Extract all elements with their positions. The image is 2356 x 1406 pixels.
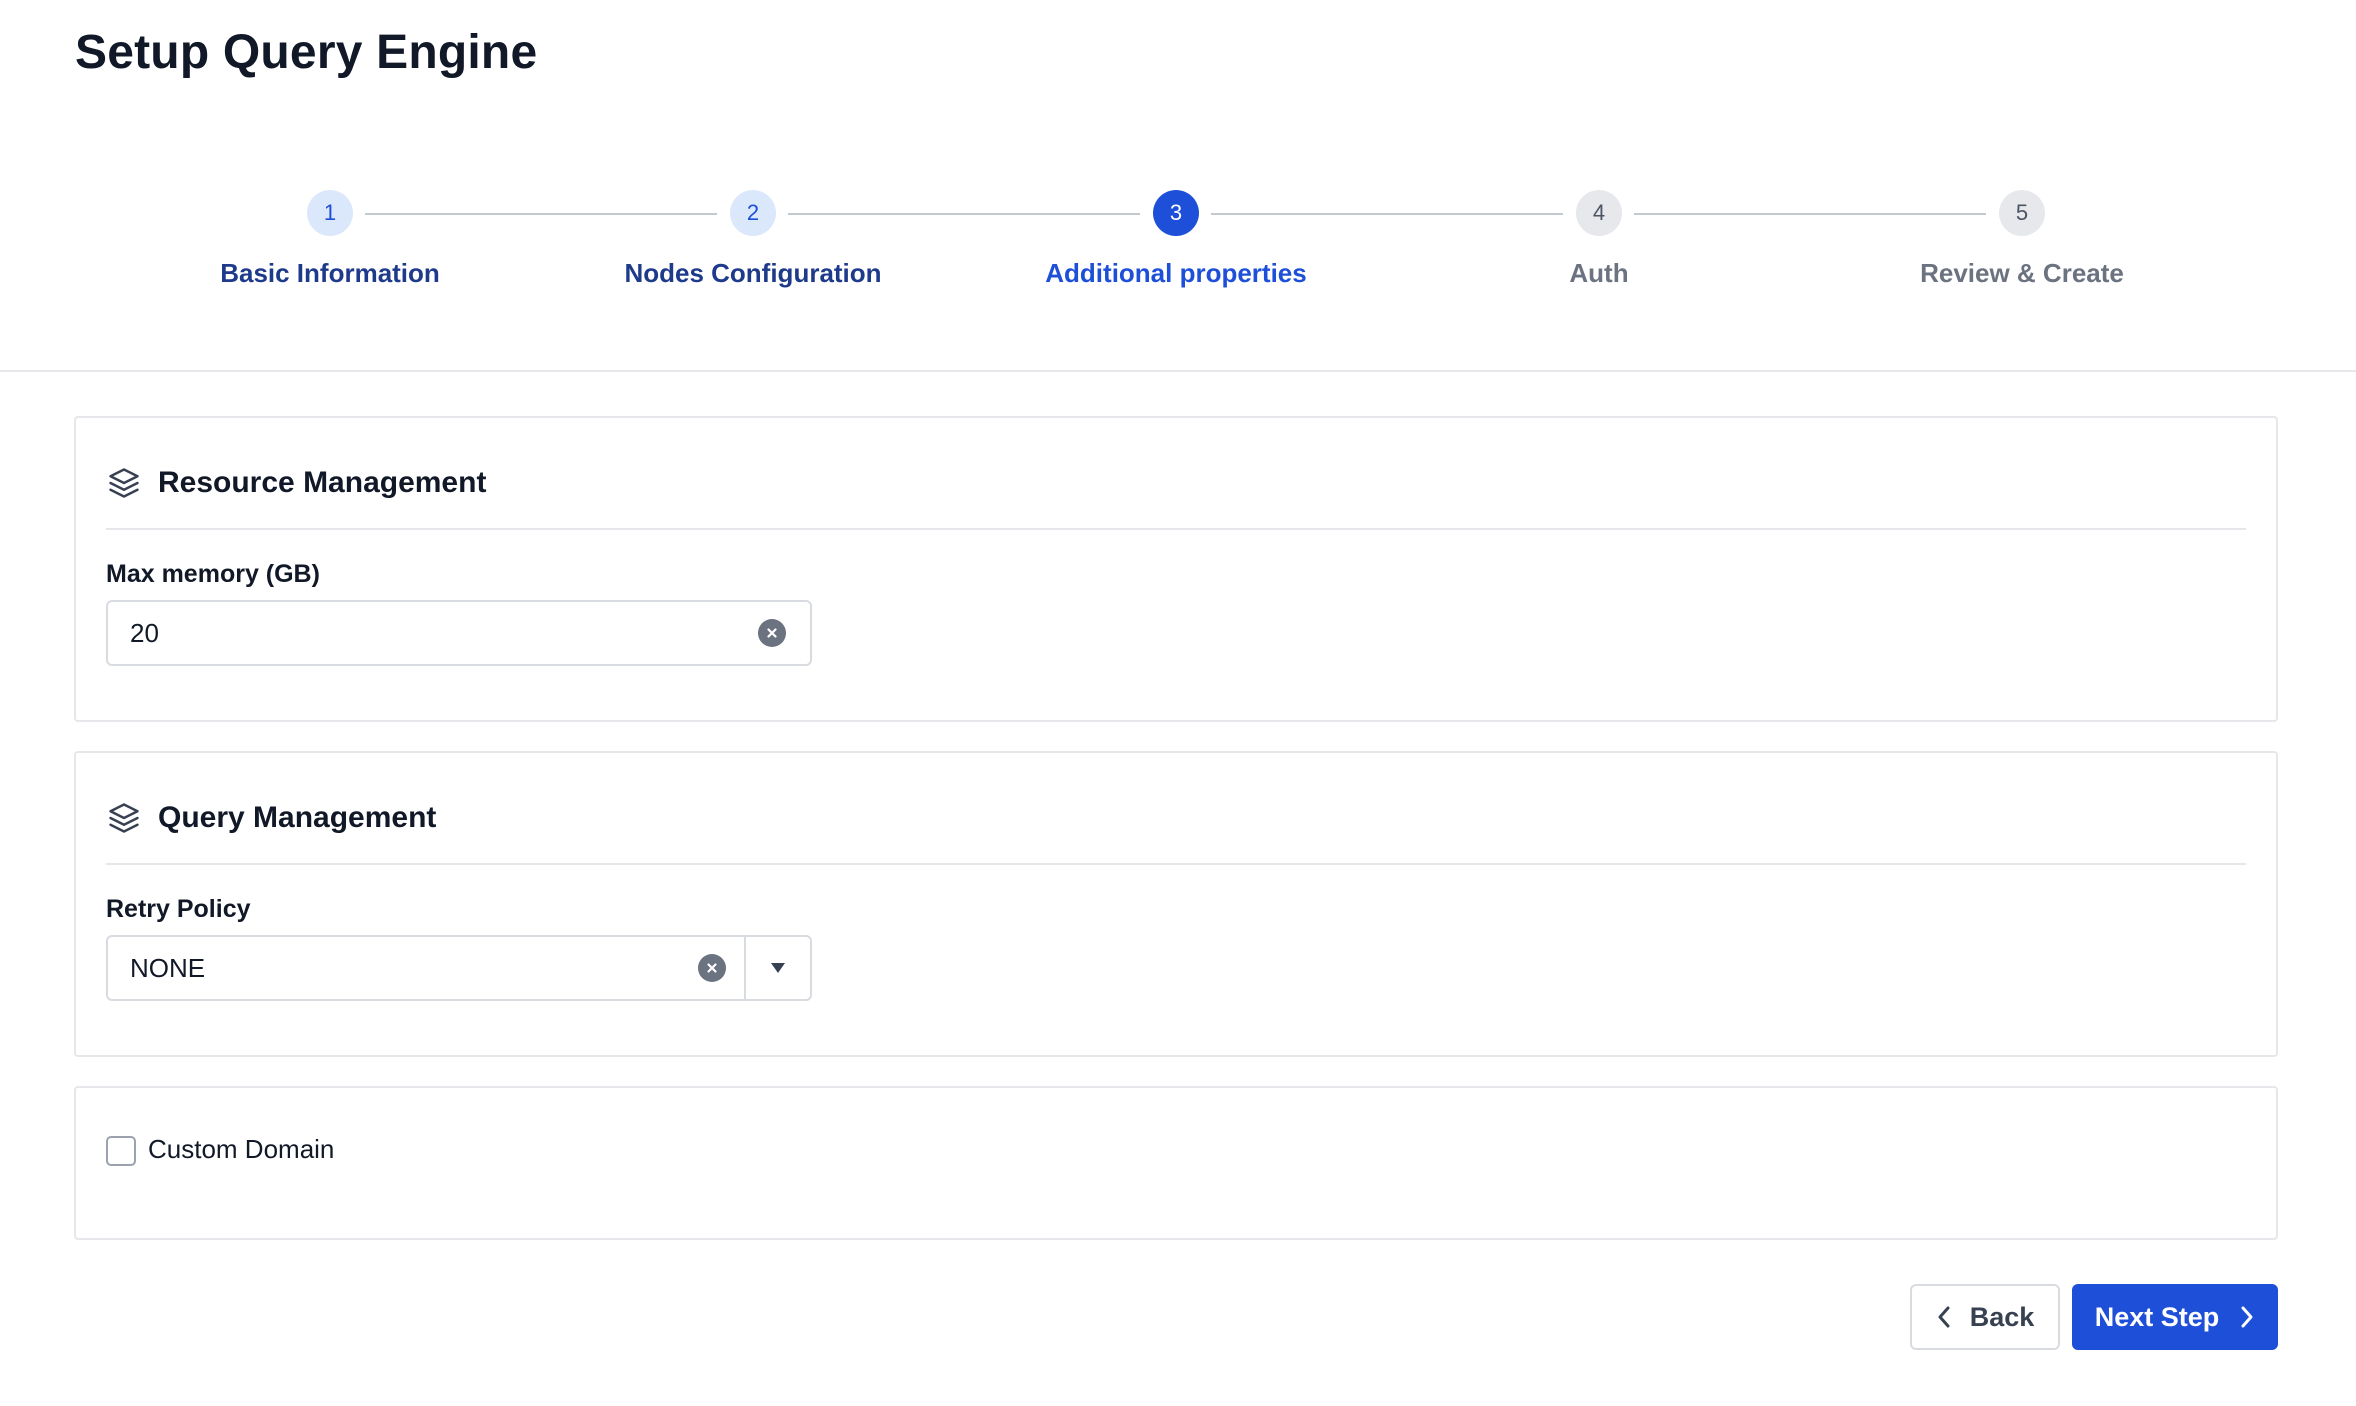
next-step-button-label: Next Step <box>2094 1301 2220 1332</box>
back-button-label: Back <box>1969 1301 2035 1332</box>
step-review-create[interactable]: 5 Review & Create <box>1822 190 2222 288</box>
header-divider <box>0 370 2356 372</box>
layers-icon <box>109 468 139 498</box>
step-auth[interactable]: 4 Auth <box>1399 190 1799 288</box>
custom-domain-card: Custom Domain <box>74 1086 2278 1240</box>
step-number: 1 <box>307 190 353 236</box>
step-label: Review & Create <box>1920 258 2124 288</box>
stepper: 1 Basic Information 2 Nodes Configuratio… <box>0 190 2356 310</box>
chevron-left-icon <box>1938 1306 1950 1328</box>
step-number: 3 <box>1153 190 1199 236</box>
step-number: 4 <box>1576 190 1622 236</box>
custom-domain-label[interactable]: Custom Domain <box>148 1134 334 1165</box>
card-title: Resource Management <box>158 466 487 499</box>
step-label: Basic Information <box>220 258 440 288</box>
max-memory-label: Max memory (GB) <box>106 560 320 588</box>
retry-policy-label: Retry Policy <box>106 895 251 923</box>
step-number: 2 <box>730 190 776 236</box>
custom-domain-checkbox[interactable] <box>106 1136 136 1166</box>
card-title: Query Management <box>158 801 437 834</box>
card-header: Query Management <box>106 753 2246 865</box>
clear-icon[interactable] <box>758 619 786 647</box>
step-label: Auth <box>1569 258 1629 288</box>
step-number: 5 <box>1999 190 2045 236</box>
step-label: Additional properties <box>1045 258 1307 288</box>
caret-down-icon <box>771 963 785 973</box>
back-button[interactable]: Back <box>1910 1284 2060 1350</box>
step-label: Nodes Configuration <box>624 258 882 288</box>
query-management-card: Query Management Retry Policy NONE <box>74 751 2278 1057</box>
max-memory-field <box>106 600 812 666</box>
page-title: Setup Query Engine <box>75 26 538 79</box>
step-additional-properties[interactable]: 3 Additional properties <box>976 190 1376 288</box>
resource-management-card: Resource Management Max memory (GB) <box>74 416 2278 722</box>
retry-policy-value: NONE <box>130 952 206 983</box>
card-header: Resource Management <box>106 418 2246 530</box>
step-nodes-configuration[interactable]: 2 Nodes Configuration <box>553 190 953 288</box>
chevron-right-icon <box>2241 1306 2253 1328</box>
dropdown-toggle[interactable] <box>744 937 810 999</box>
setup-query-engine-page: Setup Query Engine 1 Basic Information 2… <box>0 0 2356 1406</box>
retry-policy-select[interactable]: NONE <box>106 935 812 1001</box>
clear-icon[interactable] <box>698 954 726 982</box>
step-basic-information[interactable]: 1 Basic Information <box>130 190 530 288</box>
next-step-button[interactable]: Next Step <box>2072 1284 2278 1350</box>
layers-icon <box>109 803 139 833</box>
max-memory-input[interactable] <box>108 617 758 649</box>
